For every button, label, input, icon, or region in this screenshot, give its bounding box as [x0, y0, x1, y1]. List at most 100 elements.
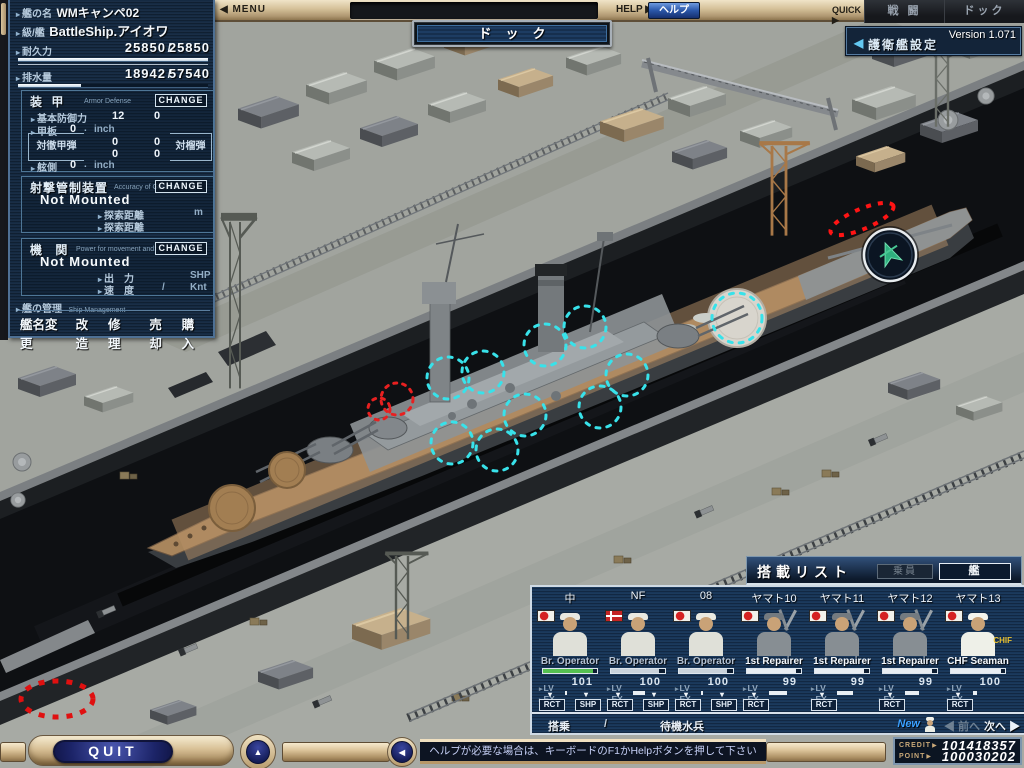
armor-side-value: 0 [70, 159, 76, 171]
point-arrow-icon: ▶ [926, 753, 931, 760]
credit-label: CREDIT [899, 742, 931, 749]
next-page-button[interactable]: 次へ ▶ [984, 718, 1020, 734]
edge-handle[interactable] [1, 3, 6, 35]
flag-japan-icon [945, 610, 963, 622]
remodel-button[interactable]: 改造 [76, 314, 99, 352]
fcs-change-button[interactable]: CHANGE [155, 180, 207, 193]
quit-housing: QUIT [28, 735, 234, 766]
buy-button[interactable]: 購入 [182, 314, 205, 352]
crew-name: Br. Operator [672, 656, 740, 667]
currency-box: CREDIT ▶ 101418357 POINT ▶ 100030202 [893, 737, 1022, 765]
rct-button[interactable]: RCT [811, 699, 837, 711]
prev-page-button[interactable]: ◀ 前へ [944, 718, 980, 734]
flag-japan-icon [809, 610, 827, 622]
armor-title: 装 甲 [30, 93, 66, 110]
crew-level-bar [814, 668, 870, 674]
game-screen: ◀ MENU HELP ▶ ヘルプ QUICK ▶ 戦 闘 ドック ドック ◀ … [0, 0, 1024, 768]
lv-value: 100 [708, 676, 729, 688]
armor-ap-label: 対徹甲弾 [28, 133, 84, 161]
fcs-section: 射撃管制装置 Accuracy of Gun fire CHANGE Not M… [21, 176, 214, 233]
catapult-button[interactable] [861, 226, 919, 284]
pipe-decor [766, 742, 886, 762]
crew-level-bar [746, 668, 802, 674]
crew-columns: 中 NF 08 ヤマト10 ヤマト11 ヤマト12 ヤマト13 [536, 590, 1012, 606]
rct-button[interactable]: RCT [675, 699, 701, 711]
rct-button[interactable]: RCT [743, 699, 769, 711]
flag-japan-icon [673, 610, 691, 622]
sell-button[interactable]: 売却 [149, 314, 172, 352]
ship-info-panel: 艦の名 WMキャンペ02 級/艦 BattleShip.アイオワ 耐久力 258… [8, 0, 215, 338]
crew-level-bar [882, 668, 938, 674]
engine-change-button[interactable]: CHANGE [155, 242, 207, 255]
armor-deck-dot: . [84, 123, 87, 134]
lv-value: 99 [919, 676, 933, 688]
quit-button[interactable]: QUIT [53, 740, 173, 763]
armor-change-button[interactable]: CHANGE [155, 94, 207, 107]
management-actions: 艦名変更 改造 修理 売却 購入 [20, 314, 205, 352]
boarding-sep: / [604, 718, 607, 730]
quick-button[interactable]: QUICK ▶ [832, 5, 864, 26]
ex-bar [769, 691, 801, 695]
engine-status: Not Mounted [40, 254, 130, 269]
repair-button[interactable]: 修理 [108, 314, 131, 352]
rename-button[interactable]: 艦名変更 [20, 314, 67, 352]
crew-card[interactable]: CHIF CHF Seaman LV100 EX RCT [944, 609, 1012, 714]
rct-button[interactable]: RCT [947, 699, 973, 711]
crew-filter-button[interactable]: 乗員 [877, 564, 933, 579]
lv-value: 99 [783, 676, 797, 688]
crew-card[interactable]: Br. Operator LV100 EX RCTSHP [672, 609, 740, 714]
engine-section: 機 関 Power for movement and CHANGE Not Mo… [21, 238, 214, 296]
menu-button[interactable]: ◀ MENU [220, 4, 266, 15]
crew-name: Br. Operator [604, 656, 672, 667]
lv-value: 101 [572, 676, 593, 688]
shp-button[interactable]: SHP [643, 699, 669, 711]
new-badge: New [897, 718, 920, 730]
shp-button[interactable]: SHP [575, 699, 601, 711]
rct-button[interactable]: RCT [539, 699, 565, 711]
panel-up-button[interactable]: ▲ [240, 734, 276, 768]
pipe-decor [282, 742, 390, 762]
ship-filter-button[interactable]: 艦 [939, 563, 1011, 580]
top-menu-bar: ◀ MENU HELP ▶ ヘルプ QUICK ▶ [212, 0, 864, 22]
rct-button[interactable]: RCT [879, 699, 905, 711]
lv-value: 100 [640, 676, 661, 688]
crew-list-panel: 中 NF 08 ヤマト10 ヤマト11 ヤマト12 ヤマト13 Br. Oper… [530, 585, 1024, 735]
ship-name-row: 艦の名 WMキャンペ02 [16, 4, 139, 22]
displacement-max: 57540 [169, 66, 210, 81]
chief-badge: CHIF [993, 636, 1012, 645]
column-header: 中 [536, 590, 604, 606]
armor-subtitle: Armor Defense [84, 98, 131, 105]
armor-g2: 0 [154, 136, 160, 148]
fcs-range1-unit: m [194, 207, 203, 218]
column-header: ヤマト13 [944, 590, 1012, 606]
crew-card[interactable]: 1st Repairer LV99 EX RCT [808, 609, 876, 714]
engine-speed-sep: / [162, 282, 165, 293]
rct-button[interactable]: RCT [607, 699, 633, 711]
help-button[interactable]: ヘルプ [648, 2, 700, 19]
boarding-label: 搭乗 [548, 718, 570, 734]
crew-name: 1st Repairer [876, 656, 944, 667]
ship-name-label: 艦の名 [16, 9, 52, 20]
point-value: 100030202 [942, 751, 1016, 762]
crew-card[interactable]: Br. Operator LV101 EX RCTSHP [536, 609, 604, 714]
armor-g1: 0 [112, 136, 118, 148]
message-back-button[interactable]: ◀ [387, 737, 417, 767]
escort-settings-panel[interactable]: ◀ 護衛艦設定 Version 1.071 [845, 26, 1022, 56]
engine-speed-label: 速 度 [98, 282, 134, 297]
sailor-icon[interactable] [924, 716, 936, 732]
crew-card[interactable]: Br. Operator LV100 EX RCTSHP [604, 609, 672, 714]
crew-card[interactable]: 1st Repairer LV99 EX RCT [740, 609, 808, 714]
crew-card[interactable]: 1st Repairer LV99 EX RCT [876, 609, 944, 714]
column-header: ヤマト12 [876, 590, 944, 606]
page-title: ドック [417, 25, 607, 42]
column-header: ヤマト10 [740, 590, 808, 606]
armor-section: 装 甲 Armor Defense CHANGE 基本防御力 12 0 甲板 0… [21, 90, 214, 172]
tab-battle[interactable]: 戦 闘 [864, 0, 944, 23]
tab-dock[interactable]: ドック [944, 0, 1024, 23]
topbar-recess [350, 2, 598, 19]
shp-button[interactable]: SHP [711, 699, 737, 711]
crew-name: Br. Operator [536, 656, 604, 667]
column-header: 08 [672, 590, 740, 606]
armor-g4: 0 [154, 148, 160, 160]
column-header: ヤマト11 [808, 590, 876, 606]
